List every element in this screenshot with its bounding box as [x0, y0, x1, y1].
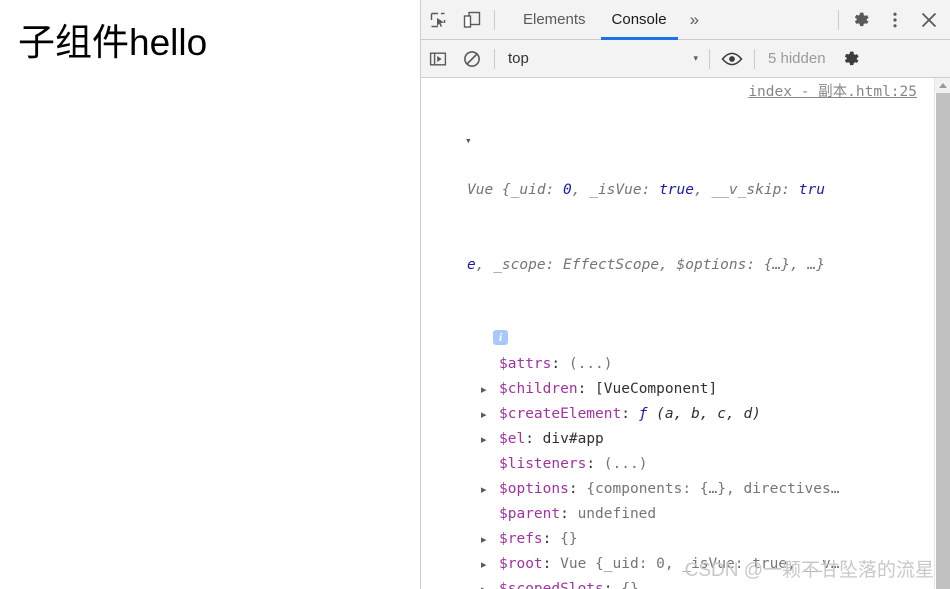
property-value: {} — [560, 531, 578, 547]
tab-console[interactable]: Console — [599, 0, 680, 40]
chevron-down-icon: ▾ — [693, 53, 698, 63]
toolbar-divider-2 — [838, 9, 839, 30]
source-link[interactable]: index - 副本.html:25 — [748, 80, 917, 105]
execution-context-select[interactable]: top ▾ — [508, 47, 704, 71]
expand-triangle-icon[interactable]: ▸ — [481, 527, 487, 552]
property-value: ƒ (a, b, c, d) — [639, 406, 761, 422]
object-preview-line-2: e, _scope: EffectScope, $options: {…}, …… — [467, 253, 935, 278]
object-property-list: $attrs: (...) ▸ $children: [VueComponent] ▸… — [421, 352, 935, 589]
property-key: $scopedSlots — [499, 581, 604, 589]
device-toolbar-icon[interactable] — [455, 1, 489, 39]
preview-mid-1: , _isVue: — [571, 182, 660, 198]
tab-elements[interactable]: Elements — [510, 0, 599, 39]
rendered-page: 子组件hello — [0, 0, 420, 589]
filterbar-divider-3 — [754, 48, 755, 69]
property-row[interactable]: ▸ $children: [VueComponent] — [421, 377, 935, 402]
property-row[interactable]: $attrs: (...) — [421, 352, 935, 377]
console-message: ▾ Vue {_uid: 0, _isVue: true, __v_skip: … — [421, 78, 935, 589]
property-row[interactable]: ▸ $scopedSlots: {} — [421, 577, 935, 589]
property-key: $el — [499, 431, 526, 447]
property-separator: : — [568, 481, 587, 497]
triangle-up-icon — [938, 83, 947, 88]
property-row[interactable]: $listeners: (...) — [421, 452, 935, 477]
devtools-tabbar: Elements Console » — [421, 0, 950, 40]
info-icon: i — [493, 330, 508, 345]
property-row[interactable]: ▸ $root: Vue {_uid: 0, _isVue: true, __v… — [421, 552, 935, 577]
object-preview[interactable]: ▾ Vue {_uid: 0, _isVue: true, __v_skip: … — [421, 103, 935, 328]
devtools-panel: Elements Console » top ▾ 5 hidden index … — [420, 0, 950, 589]
property-separator: : — [577, 381, 596, 397]
property-row[interactable]: $parent: undefined — [421, 502, 935, 527]
scrollbar-up-button[interactable] — [935, 78, 950, 93]
console-output: index - 副本.html:25 ▾ Vue {_uid: 0, _isVu… — [421, 78, 950, 589]
preview-isvue-value: true — [659, 182, 694, 198]
page-title: 子组件hello — [18, 22, 208, 63]
toolbar-divider-1 — [494, 9, 495, 30]
screenshot-root: 子组件hello Elements Console » top ▾ 5 hidd… — [0, 0, 950, 589]
property-row[interactable]: ▸ $createElement: ƒ (a, b, c, d) — [421, 402, 935, 427]
property-key: $listeners — [499, 456, 587, 472]
property-row[interactable]: ▸ $options: {components: {…}, directives… — [421, 477, 935, 502]
more-vertical-icon[interactable] — [878, 1, 912, 39]
object-preview-line-1: Vue {_uid: 0, _isVue: true, __v_skip: tr… — [467, 178, 935, 203]
preview-mid-2: , __v_skip: — [694, 182, 799, 198]
expand-triangle-icon[interactable]: ▸ — [481, 577, 487, 589]
property-value: (...) — [603, 456, 648, 472]
property-separator: : — [551, 356, 569, 372]
console-settings-gear-icon[interactable] — [834, 40, 868, 78]
property-key: $createElement — [499, 406, 622, 422]
property-separator: : — [586, 456, 604, 472]
property-value: undefined — [577, 506, 657, 522]
more-tabs-button[interactable]: » — [680, 0, 709, 39]
property-value: [VueComponent] — [595, 381, 718, 397]
property-value: div#app — [542, 431, 604, 447]
property-separator: : — [603, 581, 622, 589]
function-args: (a, b, c, d) — [647, 406, 761, 422]
console-filterbar: top ▾ 5 hidden — [421, 40, 950, 78]
inspect-cursor-icon[interactable] — [421, 1, 455, 39]
property-key: $refs — [499, 531, 543, 547]
filterbar-divider-1 — [494, 48, 495, 69]
preview-vskip-value: tru — [798, 182, 825, 198]
preview-uid-value: 0 — [563, 182, 572, 198]
preview-line2-rest: , _scope: EffectScope, $options: {…}, …} — [475, 257, 825, 273]
close-icon[interactable] — [912, 1, 946, 39]
property-key: $children — [499, 381, 578, 397]
property-row[interactable]: ▸ $refs: {} — [421, 527, 935, 552]
property-key: $options — [499, 481, 569, 497]
property-separator: : — [621, 406, 639, 422]
eye-icon[interactable] — [715, 40, 749, 78]
devtools-tabs: Elements Console — [510, 0, 680, 40]
expand-triangle-icon[interactable]: ▸ — [481, 402, 487, 427]
property-separator: : — [542, 531, 561, 547]
property-separator: : — [525, 431, 543, 447]
console-scrollbar[interactable] — [934, 78, 950, 589]
preview-line2-head: e — [467, 257, 476, 273]
property-key: $attrs — [499, 356, 552, 372]
console-sidebar-icon[interactable] — [421, 40, 455, 78]
hidden-messages-label[interactable]: 5 hidden — [760, 50, 834, 67]
scrollbar-thumb[interactable] — [936, 93, 950, 589]
preview-prefix: Vue {_uid: — [467, 182, 564, 198]
execution-context-value: top — [508, 50, 529, 67]
expand-triangle-icon[interactable]: ▸ — [481, 377, 487, 402]
property-value: (...) — [568, 356, 613, 372]
property-separator: : — [542, 556, 561, 572]
property-value: Vue {_uid: 0, _isVue: true, __v… — [560, 556, 840, 572]
property-value: {} — [621, 581, 639, 589]
expand-triangle-icon[interactable]: ▸ — [481, 427, 487, 452]
clear-console-icon[interactable] — [455, 40, 489, 78]
expand-triangle-icon[interactable]: ▸ — [481, 552, 487, 577]
property-key: $root — [499, 556, 543, 572]
property-row[interactable]: ▸ $el: div#app — [421, 427, 935, 452]
tabbar-right-group — [833, 1, 950, 39]
property-value: {components: {…}, directives… — [586, 481, 840, 497]
expand-triangle-icon[interactable]: ▸ — [481, 477, 487, 502]
property-key: $parent — [499, 506, 561, 522]
property-separator: : — [560, 506, 578, 522]
gear-icon[interactable] — [844, 1, 878, 39]
console-scroll-area: index - 副本.html:25 ▾ Vue {_uid: 0, _isVu… — [421, 78, 935, 589]
expand-arrow-icon[interactable]: ▾ — [465, 128, 472, 153]
filterbar-divider-2 — [709, 48, 710, 69]
